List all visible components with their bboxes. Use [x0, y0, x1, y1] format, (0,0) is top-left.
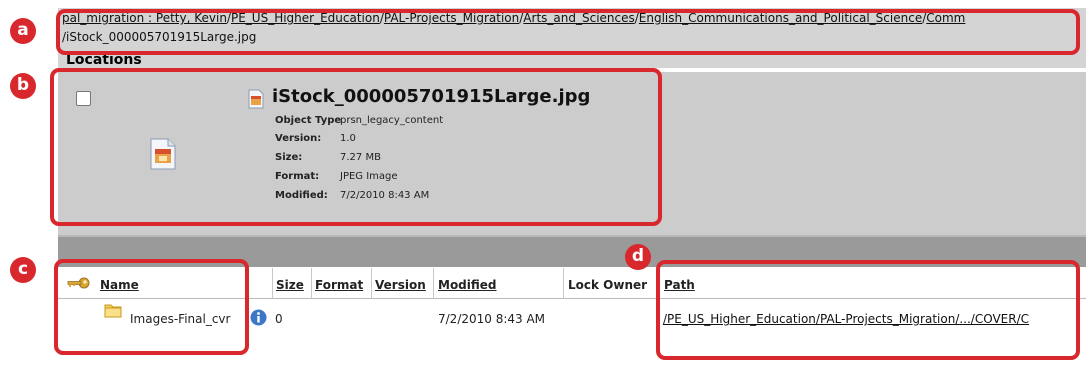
column-separator	[371, 268, 372, 298]
section-divider-highlight	[58, 235, 1086, 237]
annotation-badge-c: c	[10, 257, 36, 283]
column-separator	[272, 268, 273, 298]
annotation-badge-a: a	[10, 18, 36, 44]
info-icon[interactable]	[250, 309, 267, 326]
column-separator	[311, 268, 312, 298]
column-header-version[interactable]: Version	[375, 278, 426, 292]
column-header-lock-owner: Lock Owner	[568, 278, 648, 292]
annotation-box-d	[656, 260, 1080, 360]
column-header-format[interactable]: Format	[315, 278, 363, 292]
annotation-box-a	[56, 9, 1080, 55]
row-size: 0	[275, 312, 283, 326]
annotation-badge-d: d	[625, 244, 651, 270]
column-separator	[433, 268, 434, 298]
annotation-box-c	[54, 259, 249, 355]
annotation-badge-b: b	[10, 73, 36, 99]
column-header-size[interactable]: Size	[276, 278, 304, 292]
annotation-box-b	[50, 68, 662, 226]
column-separator	[563, 268, 564, 298]
column-header-modified[interactable]: Modified	[438, 278, 497, 292]
row-modified: 7/2/2010 8:43 AM	[438, 312, 546, 326]
